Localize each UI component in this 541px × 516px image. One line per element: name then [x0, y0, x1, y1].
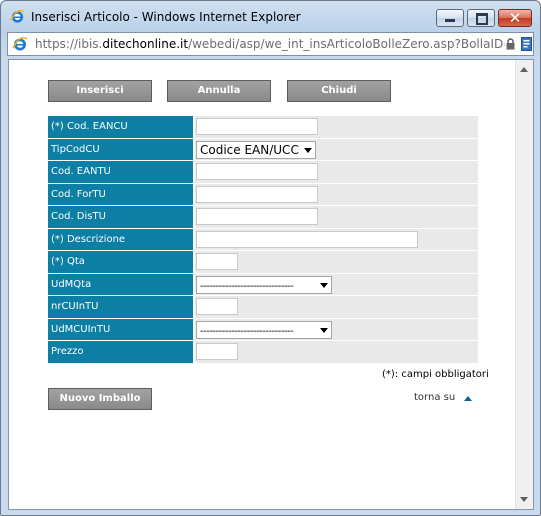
title-bar[interactable]: Inserisci Articolo - Windows Internet Ex… [1, 1, 540, 31]
chiudi-button[interactable]: Chiudi [287, 80, 391, 102]
label-tipcodcu: TipCodCU [48, 138, 193, 160]
page-favicon-icon [12, 36, 28, 51]
cod-eancu-input[interactable] [196, 118, 318, 135]
form-row-descrizione: (*) Descrizione [48, 228, 478, 252]
tipcodcu-selected-value: Codice EAN/UCC [200, 142, 299, 157]
maximize-button[interactable] [467, 9, 495, 27]
value-cell [195, 206, 478, 228]
label-cod-fortu: Cod. ForTU [48, 183, 193, 205]
url-scheme: https://ibis. [35, 37, 103, 51]
article-form: (*) Cod. EANCU TipCodCU Codice EAN/UCC C… [48, 116, 478, 364]
internet-explorer-icon [10, 9, 25, 23]
back-to-top-link[interactable]: torna su [414, 392, 455, 403]
minimize-icon [445, 19, 455, 22]
label-cod-eancu: (*) Cod. EANCU [48, 116, 193, 138]
value-cell [195, 228, 478, 250]
udmcuintu-select[interactable]: ------------------------------ [196, 320, 332, 339]
value-cell [195, 116, 478, 138]
label-cod-eantu: Cod. EANTU [48, 161, 193, 183]
form-row-cod-fortu: Cod. ForTU [48, 183, 478, 207]
udmcuintu-selected-value: ------------------------------ [200, 325, 294, 337]
form-row-qta: (*) Qta [48, 251, 478, 274]
value-cell [195, 161, 478, 183]
url-path: /webedi/asp/we_int_insArticoloBolleZero.… [188, 37, 505, 51]
page-content: Inserisci Annulla Chiudi (*) Cod. EANCU … [8, 59, 534, 510]
chevron-down-icon [320, 327, 328, 333]
cod-eantu-input[interactable] [196, 163, 318, 180]
label-descrizione: (*) Descrizione [48, 228, 193, 250]
tipcodcu-select[interactable]: Codice EAN/UCC [196, 140, 316, 159]
form-row-prezzo: Prezzo [48, 341, 478, 364]
value-cell [195, 341, 478, 363]
close-window-button[interactable]: ✕ [498, 9, 532, 27]
form-row-cod-distu: Cod. DisTU [48, 206, 478, 229]
value-cell: Codice EAN/UCC [195, 138, 478, 160]
scroll-up-icon[interactable] [520, 67, 528, 72]
label-qta: (*) Qta [48, 251, 193, 273]
nuovo-imballo-button[interactable]: Nuovo Imballo [48, 388, 152, 410]
udmqta-select[interactable]: ------------------------------ [196, 275, 332, 294]
lock-icon[interactable] [506, 38, 515, 50]
chevron-down-icon [320, 282, 328, 288]
maximize-icon [476, 13, 488, 25]
udmqta-selected-value: ------------------------------ [200, 280, 294, 292]
url-host: ditechonline.it [102, 37, 189, 51]
form-row-cod-eantu: Cod. EANTU [48, 161, 478, 184]
required-fields-note: (*): campi obbligatori [382, 369, 489, 380]
compatibility-view-icon[interactable] [521, 37, 532, 51]
minimize-button[interactable] [436, 9, 464, 27]
qta-input[interactable] [196, 253, 238, 270]
inserisci-button[interactable]: Inserisci [48, 80, 152, 102]
descrizione-input[interactable] [196, 230, 418, 248]
form-row-cod-eancu: (*) Cod. EANCU [48, 116, 478, 139]
arrow-up-icon[interactable] [464, 396, 472, 401]
value-cell [195, 251, 478, 273]
chevron-down-icon [304, 147, 312, 153]
prezzo-input[interactable] [196, 343, 238, 360]
scroll-down-icon[interactable] [520, 497, 528, 502]
value-cell [195, 296, 478, 318]
close-icon: ✕ [508, 9, 522, 27]
url-text[interactable]: https://ibis.ditechonline.it/webedi/asp/… [35, 37, 505, 51]
window-title: Inserisci Articolo - Windows Internet Ex… [31, 10, 301, 24]
form-row-tipcodcu: TipCodCU Codice EAN/UCC [48, 138, 478, 162]
label-udmcuintu: UdMCUInTU [48, 318, 193, 340]
label-cod-distu: Cod. DisTU [48, 206, 193, 228]
form-row-udmcuintu: UdMCUInTU ------------------------------ [48, 318, 478, 342]
value-cell: ------------------------------ [195, 318, 478, 340]
form-row-udmqta: UdMQta ------------------------------ [48, 273, 478, 297]
value-cell [195, 183, 478, 205]
label-prezzo: Prezzo [48, 341, 193, 363]
label-nrcuintu: nrCUInTU [48, 296, 193, 318]
vertical-scrollbar[interactable] [515, 60, 533, 509]
nrcuintu-input[interactable] [196, 298, 238, 315]
browser-window: Inserisci Articolo - Windows Internet Ex… [0, 0, 541, 516]
label-udmqta: UdMQta [48, 273, 193, 295]
form-row-nrcuintu: nrCUInTU [48, 296, 478, 319]
cod-distu-input[interactable] [196, 208, 318, 225]
value-cell: ------------------------------ [195, 273, 478, 295]
cod-fortu-input[interactable] [196, 185, 318, 203]
address-bar[interactable]: https://ibis.ditechonline.it/webedi/asp/… [7, 32, 534, 56]
annulla-button[interactable]: Annulla [167, 80, 271, 102]
